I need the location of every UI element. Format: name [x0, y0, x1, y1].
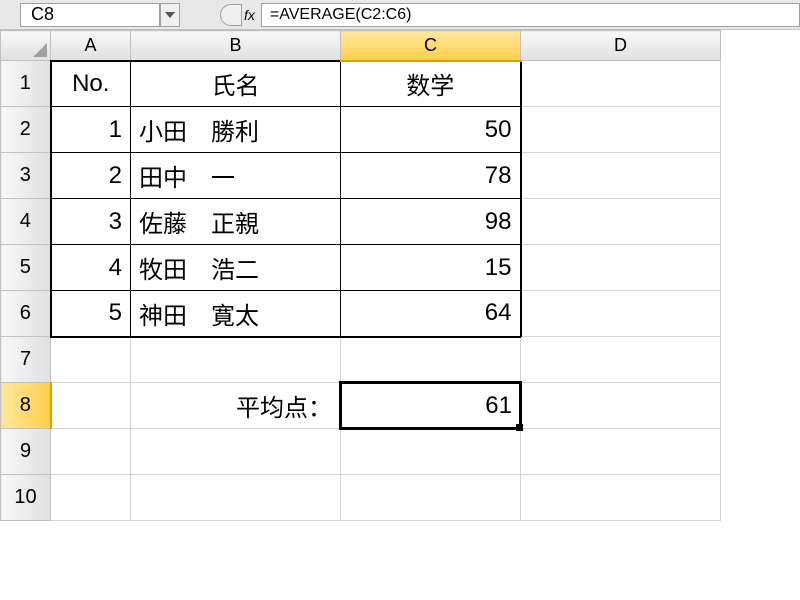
col-header-B[interactable]: B — [131, 31, 341, 61]
cell-D1[interactable] — [521, 61, 721, 107]
cell-A8[interactable] — [51, 383, 131, 429]
cell-B5[interactable]: 牧田 浩二 — [131, 245, 341, 291]
cell-C1[interactable]: 数学 — [341, 61, 521, 107]
col-header-D[interactable]: D — [521, 31, 721, 61]
row-1: 1 No. 氏名 数学 — [1, 61, 721, 107]
fx-icon[interactable]: fx — [244, 7, 255, 23]
cell-C7[interactable] — [341, 337, 521, 383]
name-box-dropdown[interactable] — [160, 3, 180, 27]
formula-bar: C8 fx =AVERAGE(C2:C6) — [0, 0, 800, 30]
row-7: 7 — [1, 337, 721, 383]
col-header-A[interactable]: A — [51, 31, 131, 61]
row-header-6[interactable]: 6 — [1, 291, 51, 337]
cell-A10[interactable] — [51, 475, 131, 521]
row-5: 5 4 牧田 浩二 15 — [1, 245, 721, 291]
cell-B1[interactable]: 氏名 — [131, 61, 341, 107]
cell-C5[interactable]: 15 — [341, 245, 521, 291]
row-10: 10 — [1, 475, 721, 521]
select-all-corner[interactable] — [1, 31, 51, 61]
cell-D6[interactable] — [521, 291, 721, 337]
row-header-5[interactable]: 5 — [1, 245, 51, 291]
cell-A2[interactable]: 1 — [51, 107, 131, 153]
cell-C8[interactable]: 61 — [341, 383, 521, 429]
cell-A7[interactable] — [51, 337, 131, 383]
col-header-C[interactable]: C — [341, 31, 521, 61]
cell-C2[interactable]: 50 — [341, 107, 521, 153]
cell-A4[interactable]: 3 — [51, 199, 131, 245]
cell-B9[interactable] — [131, 429, 341, 475]
cell-B2[interactable]: 小田 勝利 — [131, 107, 341, 153]
column-header-row: A B C D — [1, 31, 721, 61]
cell-A1[interactable]: No. — [51, 61, 131, 107]
row-9: 9 — [1, 429, 721, 475]
formula-input[interactable]: =AVERAGE(C2:C6) — [261, 3, 800, 27]
cell-D2[interactable] — [521, 107, 721, 153]
cell-D7[interactable] — [521, 337, 721, 383]
name-box-value: C8 — [31, 4, 54, 25]
row-3: 3 2 田中 一 78 — [1, 153, 721, 199]
row-header-10[interactable]: 10 — [1, 475, 51, 521]
row-2: 2 1 小田 勝利 50 — [1, 107, 721, 153]
row-header-9[interactable]: 9 — [1, 429, 51, 475]
cell-B6[interactable]: 神田 寛太 — [131, 291, 341, 337]
cell-C9[interactable] — [341, 429, 521, 475]
cell-A9[interactable] — [51, 429, 131, 475]
cell-A5[interactable]: 4 — [51, 245, 131, 291]
formula-area: fx =AVERAGE(C2:C6) — [220, 3, 800, 27]
cell-B3[interactable]: 田中 一 — [131, 153, 341, 199]
cell-D3[interactable] — [521, 153, 721, 199]
fx-button-bg — [220, 4, 242, 26]
cell-D10[interactable] — [521, 475, 721, 521]
cell-D5[interactable] — [521, 245, 721, 291]
cell-C4[interactable]: 98 — [341, 199, 521, 245]
cell-C3[interactable]: 78 — [341, 153, 521, 199]
cell-C10[interactable] — [341, 475, 521, 521]
cell-C6[interactable]: 64 — [341, 291, 521, 337]
row-6: 6 5 神田 寛太 64 — [1, 291, 721, 337]
cell-D8[interactable] — [521, 383, 721, 429]
cell-B7[interactable] — [131, 337, 341, 383]
name-box[interactable]: C8 — [20, 3, 160, 27]
row-header-8[interactable]: 8 — [1, 383, 51, 429]
row-4: 4 3 佐藤 正親 98 — [1, 199, 721, 245]
cell-B4[interactable]: 佐藤 正親 — [131, 199, 341, 245]
spreadsheet-grid[interactable]: A B C D 1 No. 氏名 数学 2 1 小田 勝利 50 3 2 田中 … — [0, 30, 800, 521]
cell-D9[interactable] — [521, 429, 721, 475]
formula-text: =AVERAGE(C2:C6) — [270, 6, 412, 24]
cell-D4[interactable] — [521, 199, 721, 245]
row-header-2[interactable]: 2 — [1, 107, 51, 153]
cell-A3[interactable]: 2 — [51, 153, 131, 199]
active-cell-outline — [339, 381, 522, 430]
row-header-4[interactable]: 4 — [1, 199, 51, 245]
row-header-7[interactable]: 7 — [1, 337, 51, 383]
cell-A6[interactable]: 5 — [51, 291, 131, 337]
row-header-1[interactable]: 1 — [1, 61, 51, 107]
row-8: 8 平均点： 61 — [1, 383, 721, 429]
row-header-3[interactable]: 3 — [1, 153, 51, 199]
cell-B10[interactable] — [131, 475, 341, 521]
cell-B8[interactable]: 平均点： — [131, 383, 341, 429]
